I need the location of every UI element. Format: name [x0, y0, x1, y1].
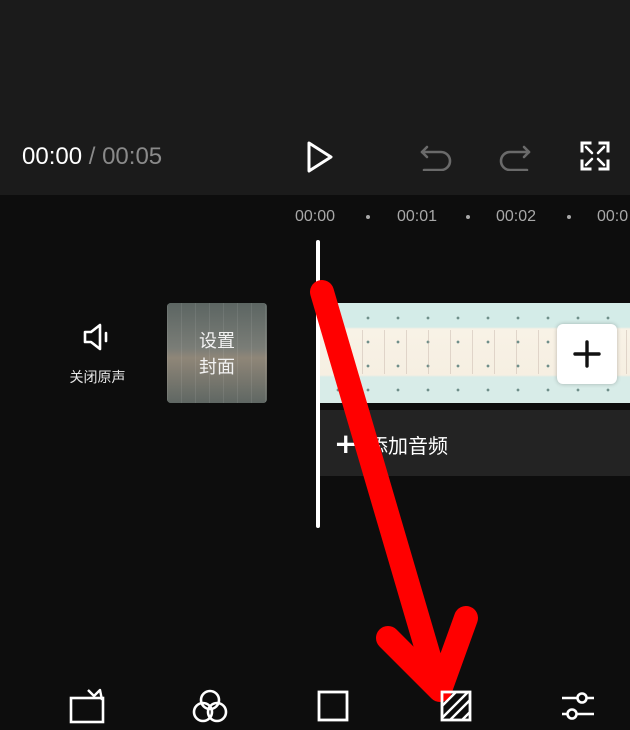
ruler-tick-label: 00:00	[295, 208, 336, 225]
undo-icon	[420, 145, 452, 171]
mute-original-audio-label: 关闭原声	[69, 370, 126, 386]
undo-button[interactable]	[416, 137, 456, 177]
toolbar-ratio-button[interactable]	[311, 684, 355, 728]
add-audio-track[interactable]	[318, 410, 630, 476]
add-audio-label: 添加音频	[368, 434, 448, 458]
redo-icon	[499, 145, 531, 171]
add-clip-button[interactable]	[557, 324, 617, 384]
toolbar-background-button[interactable]	[434, 684, 478, 728]
adjust-icon	[562, 692, 594, 720]
ruler-tick-dot	[567, 215, 571, 219]
timeline-ruler[interactable]: 00:00 00:01 00:02 00:0	[0, 200, 630, 234]
canvas-icon	[69, 688, 105, 724]
time-display: 00:00 / 00:05	[22, 142, 162, 172]
set-cover-label: 设置 封面	[167, 329, 267, 381]
toolbar-filter-button[interactable]	[188, 684, 232, 728]
total-time: 00:05	[102, 143, 163, 170]
ruler-tick-label: 00:0	[597, 208, 629, 225]
ruler-tick-dot	[366, 215, 370, 219]
set-cover-button[interactable]: 设置 封面	[167, 303, 267, 403]
mute-original-audio-button[interactable]: 关闭原声	[55, 320, 140, 392]
redo-button[interactable]	[495, 137, 535, 177]
filter-icon	[192, 689, 228, 723]
current-time: 00:00	[22, 143, 83, 170]
add-audio-plus-icon: +	[334, 427, 358, 460]
ratio-icon	[317, 690, 349, 722]
ruler-tick-label: 00:02	[496, 208, 537, 225]
background-icon	[440, 690, 472, 722]
time-separator: /	[82, 143, 103, 170]
speaker-icon	[83, 323, 107, 351]
ruler-tick-label: 00:01	[397, 208, 438, 225]
toolbar-canvas-button[interactable]	[66, 684, 110, 728]
fullscreen-icon	[580, 141, 610, 171]
play-icon	[307, 141, 333, 173]
plus-icon	[573, 340, 601, 368]
play-button[interactable]	[298, 135, 342, 179]
fullscreen-button[interactable]	[575, 136, 615, 176]
set-cover-label-line2: 封面	[199, 357, 235, 378]
toolbar-adjust-button[interactable]	[556, 684, 600, 728]
set-cover-label-line1: 设置	[199, 331, 235, 352]
ruler-tick-dot	[466, 215, 470, 219]
playhead[interactable]	[316, 240, 320, 528]
